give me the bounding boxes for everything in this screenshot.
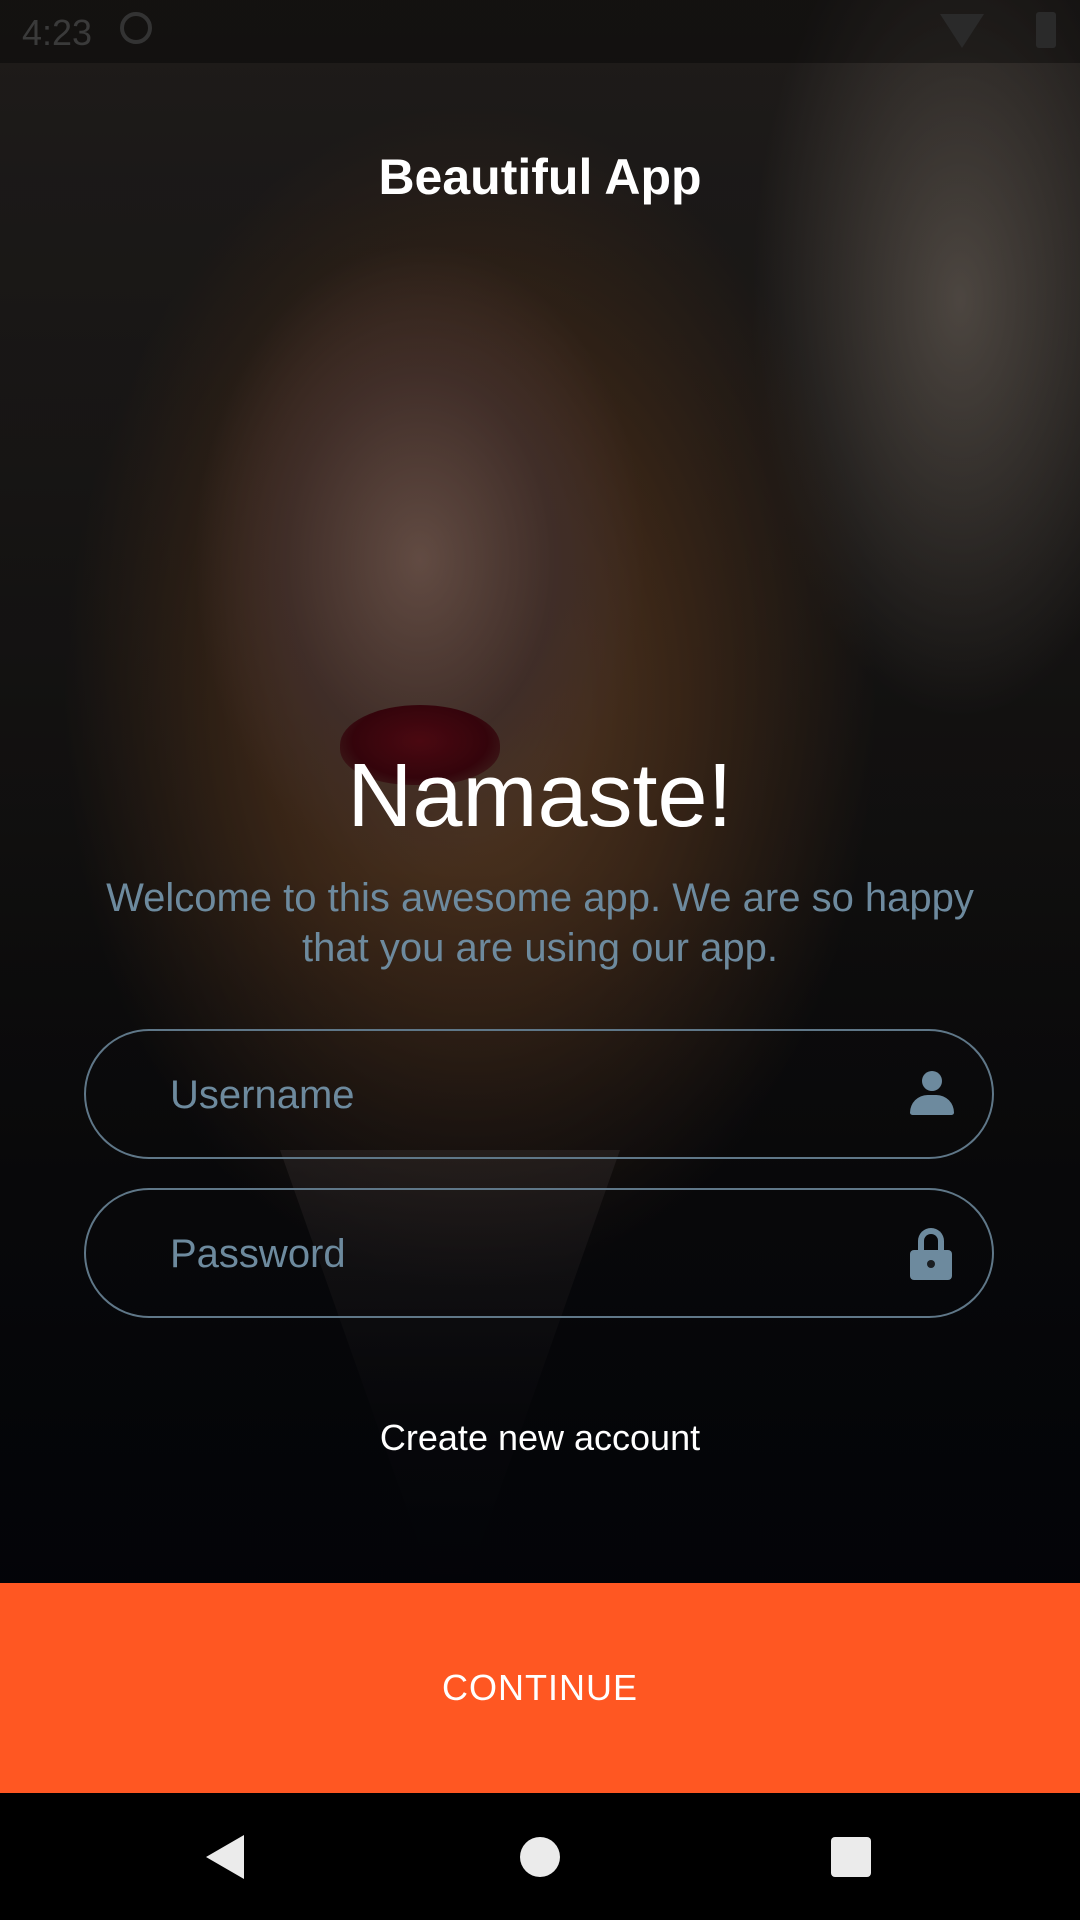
- navigation-bar: [0, 1793, 1080, 1920]
- sync-icon: [120, 12, 152, 44]
- back-icon[interactable]: [206, 1835, 244, 1879]
- battery-icon: [1036, 12, 1056, 48]
- username-input[interactable]: [168, 1031, 892, 1159]
- password-input[interactable]: [168, 1190, 892, 1318]
- create-account-link[interactable]: Create new account: [0, 1417, 1080, 1459]
- lock-icon: [910, 1228, 952, 1280]
- greeting-heading: Namaste!: [347, 746, 733, 846]
- password-field[interactable]: [84, 1188, 994, 1318]
- person-icon: [910, 1071, 954, 1117]
- username-field[interactable]: [84, 1029, 994, 1159]
- status-time: 4:23: [22, 12, 93, 53]
- wifi-icon: [940, 14, 984, 48]
- welcome-message: Welcome to this awesome app. We are so h…: [106, 876, 974, 970]
- app-title: Beautiful App: [378, 149, 702, 205]
- status-bar: 4:23: [0, 0, 1080, 63]
- home-icon[interactable]: [520, 1837, 560, 1877]
- recents-icon[interactable]: [831, 1837, 871, 1877]
- continue-button[interactable]: CONTINUE: [0, 1583, 1080, 1793]
